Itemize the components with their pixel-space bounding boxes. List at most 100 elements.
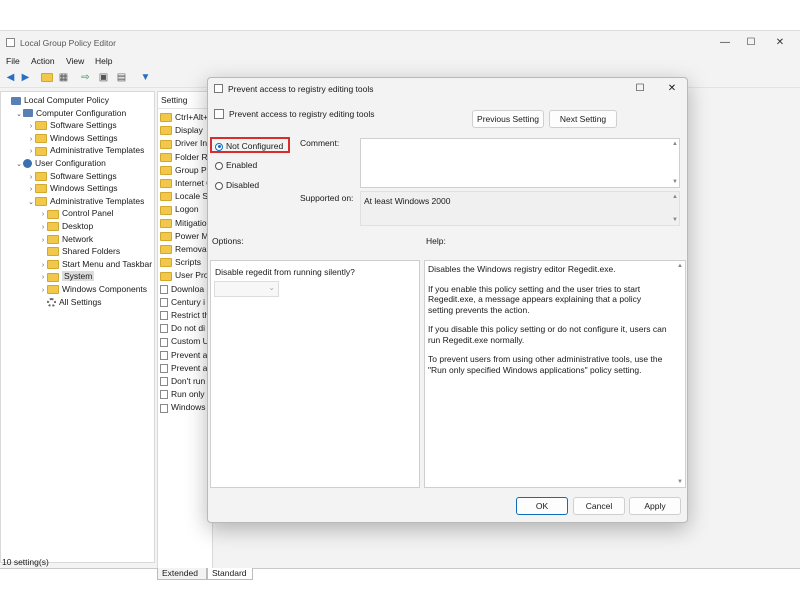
tree-item[interactable]: Shared Folders [39, 245, 120, 258]
tree-item[interactable]: Local Computer Policy [3, 94, 109, 107]
dialog-maximize-button[interactable]: ☐ [628, 82, 652, 96]
tree-item[interactable]: › Start Menu and Taskbar [39, 258, 152, 271]
tree-item[interactable]: › Software Settings [27, 170, 117, 183]
tree-item[interactable]: › System [39, 270, 95, 283]
supported-scroll-up-icon[interactable]: ▲ [672, 194, 678, 200]
tree-item[interactable]: › Windows Settings [27, 132, 118, 145]
radio-not-configured[interactable] [215, 142, 223, 151]
list-item[interactable]: User Profi [160, 269, 212, 282]
menu-action[interactable]: Action [31, 56, 55, 66]
scroll-up-icon[interactable]: ▲ [672, 141, 678, 147]
policy-setting-icon [160, 284, 168, 294]
app-icon [6, 38, 15, 47]
setting-column-header[interactable]: Setting [161, 95, 187, 105]
list-item[interactable]: Run only [160, 388, 205, 401]
list-item[interactable]: Downloa [160, 283, 204, 296]
option-dropdown[interactable]: ⌄ [214, 281, 279, 297]
list-item[interactable]: Restrict th [160, 309, 209, 322]
option-disabled[interactable]: Disabled [215, 179, 259, 192]
previous-setting-button[interactable]: Previous Setting [472, 110, 544, 128]
tree-item[interactable]: ⌄ User Configuration [15, 157, 106, 170]
folder-icon [160, 205, 172, 215]
list-item[interactable]: Do not di [160, 322, 205, 335]
cancel-button[interactable]: Cancel [573, 497, 625, 515]
supported-on-value: At least Windows 2000 [364, 196, 451, 206]
folder-icon [160, 152, 172, 162]
list-item-label: Group Po [175, 164, 212, 175]
tree-item[interactable]: › Desktop [39, 220, 93, 233]
tree-item[interactable]: All Settings [39, 296, 102, 309]
option-enabled[interactable]: Enabled [215, 159, 257, 172]
list-item[interactable]: Folder Re [160, 151, 212, 164]
radio-enabled[interactable] [215, 161, 223, 170]
list-item[interactable]: Removab [160, 243, 211, 256]
tree-item[interactable]: › Administrative Templates [27, 144, 144, 157]
help-scroll-up-icon[interactable]: ▲ [677, 263, 683, 269]
list-item[interactable]: Century i [160, 296, 205, 309]
expanded-chevron-icon[interactable]: ⌄ [15, 159, 23, 172]
list-item[interactable]: Mitigation [160, 217, 211, 230]
next-setting-button[interactable]: Next Setting [549, 110, 617, 128]
policy-setting-icon [160, 364, 168, 374]
tree-item[interactable]: › Windows Settings [27, 182, 118, 195]
list-item[interactable]: Logon [160, 203, 199, 216]
menu-file[interactable]: File [6, 56, 20, 66]
policy-setting-icon [160, 337, 168, 347]
folder-icon [160, 232, 172, 242]
list-item[interactable]: Group Po [160, 164, 211, 177]
tree-item-label: System [62, 271, 95, 282]
comment-textarea[interactable]: ▲ ▼ [360, 138, 680, 188]
tree-item[interactable]: ⌄ Administrative Templates [27, 195, 144, 208]
filter-icon[interactable]: ▼ [139, 71, 152, 84]
list-item[interactable]: Display [160, 124, 203, 137]
close-button[interactable]: ✕ [768, 36, 792, 50]
tree-item[interactable]: › Control Panel [39, 207, 114, 220]
menu-help[interactable]: Help [95, 56, 112, 66]
menu-view[interactable]: View [66, 56, 84, 66]
ok-button[interactable]: OK [516, 497, 568, 515]
help-icon[interactable]: ▣ [97, 71, 110, 84]
forward-arrow-icon[interactable]: ▶ [19, 71, 32, 84]
tree-item[interactable]: › Network [39, 233, 93, 246]
radio-disabled[interactable] [215, 181, 223, 190]
help-paragraph-1: Disables the Windows registry editor Reg… [428, 264, 616, 274]
list-item[interactable]: Scripts [160, 256, 201, 269]
list-item[interactable]: Locale Se [160, 190, 212, 203]
tree-item[interactable]: › Windows Components [39, 283, 147, 296]
list-item[interactable]: Internet C [160, 177, 212, 190]
list-item[interactable]: Ctrl+Alt+ [160, 111, 208, 124]
title-bar[interactable]: Local Group Policy Editor — ☐ ✕ [0, 31, 800, 55]
option-not-configured[interactable]: Not Configured [215, 140, 283, 153]
list-item[interactable]: Custom U [160, 335, 209, 348]
folder-icon [160, 179, 172, 189]
list-item[interactable]: Don't run [160, 375, 205, 388]
expanded-chevron-icon[interactable]: ⌄ [15, 109, 23, 122]
dialog-header: Prevent access to registry editing tools [229, 109, 375, 119]
list-item[interactable]: Prevent a [160, 349, 207, 362]
expanded-chevron-icon[interactable]: ⌄ [27, 197, 35, 210]
properties-icon[interactable]: ▤ [115, 71, 128, 84]
supported-scroll-down-icon[interactable]: ▼ [672, 217, 678, 223]
tree-item[interactable]: › Software Settings [27, 119, 117, 132]
apply-button[interactable]: Apply [629, 497, 681, 515]
up-folder-icon[interactable] [40, 71, 53, 84]
scroll-down-icon[interactable]: ▼ [672, 179, 678, 185]
show-hide-tree-icon[interactable]: ▦ [57, 71, 70, 84]
tab-standard[interactable]: Standard [207, 568, 253, 580]
policy-setting-icon [160, 311, 168, 321]
tree-item-label: Local Computer Policy [24, 95, 110, 105]
list-item[interactable]: Power Ma [160, 230, 212, 243]
maximize-button[interactable]: ☐ [739, 36, 763, 50]
minimize-button[interactable]: — [713, 36, 737, 50]
tab-extended[interactable]: Extended [157, 568, 207, 580]
export-list-icon[interactable]: ⇨ [79, 71, 92, 84]
list-item[interactable]: Prevent a [160, 362, 207, 375]
back-arrow-icon[interactable]: ◀ [4, 71, 17, 84]
folder-icon [35, 184, 47, 194]
list-item[interactable]: Driver Ins [160, 137, 211, 150]
help-paragraph-4: To prevent users from using other admini… [428, 354, 663, 375]
help-scroll-down-icon[interactable]: ▼ [677, 479, 683, 485]
list-item[interactable]: Windows [160, 401, 205, 414]
dialog-close-button[interactable]: ✕ [660, 82, 684, 96]
tree-item[interactable]: ⌄ Computer Configuration [15, 107, 126, 120]
